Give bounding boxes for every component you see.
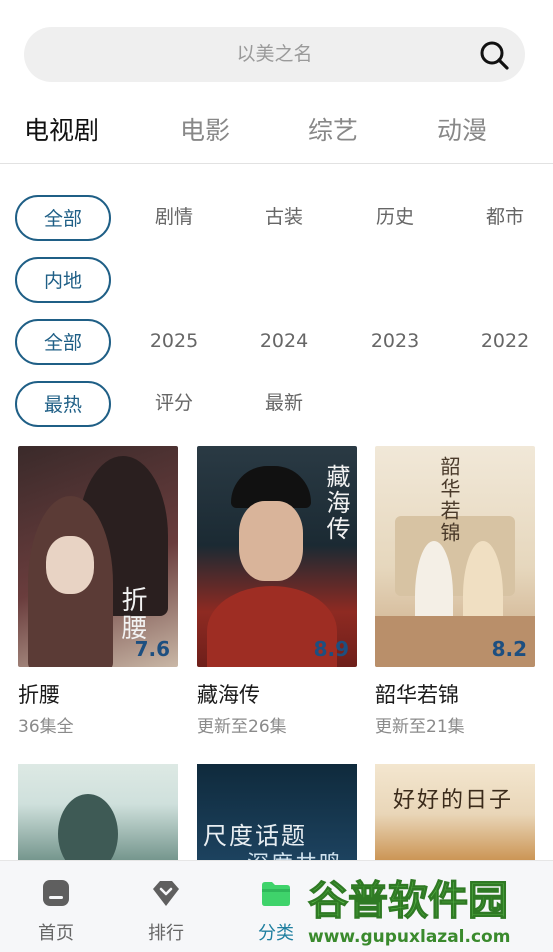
poster-title-art: 折腰 <box>117 586 147 642</box>
poster-image: 藏海传 8.9 <box>197 446 357 667</box>
filter-region-mainland[interactable]: 内地 <box>15 257 111 303</box>
filter-genre-costume[interactable]: 古装 <box>236 195 332 241</box>
nav-ranking[interactable]: 排行 <box>126 861 206 952</box>
episode-status: 36集全 <box>18 717 74 737</box>
rating-score: 8.9 <box>313 637 349 661</box>
category-tabs: 电视剧 电影 综艺 动漫 <box>0 108 553 160</box>
filter-year-2022[interactable]: 2022 <box>457 319 553 365</box>
rating-score: 7.6 <box>134 637 170 661</box>
episode-status: 更新至26集 <box>197 717 287 737</box>
filter-genre-all[interactable]: 全部 <box>15 195 111 241</box>
poster-title-art: 好好的日子 <box>393 788 514 813</box>
nav-ranking-label: 排行 <box>148 923 184 944</box>
rating-score: 8.2 <box>491 637 527 661</box>
tab-variety[interactable]: 综艺 <box>308 108 358 154</box>
nav-home-label: 首页 <box>38 923 74 944</box>
filter-genre-urban[interactable]: 都市 <box>457 195 553 241</box>
media-card-poster[interactable]: 尺度话题 深度共鸣 <box>197 764 357 864</box>
year-filter-row: 全部 2025 2024 2023 2022 <box>0 319 553 365</box>
home-icon <box>43 880 69 906</box>
tab-anime[interactable]: 动漫 <box>437 108 487 154</box>
search-placeholder: 以美之名 <box>236 43 313 65</box>
filter-year-all[interactable]: 全部 <box>15 319 111 365</box>
svg-text:www.gupuxlazal.com: www.gupuxlazal.com <box>308 927 510 947</box>
ranking-icon <box>153 881 179 906</box>
poster-title-art: 藏海传 <box>322 464 350 542</box>
search-icon[interactable] <box>478 39 510 71</box>
filter-year-2024[interactable]: 2024 <box>236 319 332 365</box>
sort-rating[interactable]: 评分 <box>126 381 222 427</box>
filter-genre-drama[interactable]: 剧情 <box>126 195 222 241</box>
svg-text:谷普软件园: 谷普软件园 <box>308 878 508 924</box>
card-title: 藏海传 <box>197 683 260 707</box>
filter-year-2025[interactable]: 2025 <box>126 319 222 365</box>
sort-latest[interactable]: 最新 <box>236 381 332 427</box>
filter-year-2023[interactable]: 2023 <box>347 319 443 365</box>
watermark-graphic: 谷普软件园 www.gupuxlazal.com <box>300 862 553 952</box>
tab-movies[interactable]: 电影 <box>180 108 230 154</box>
filter-genre-history[interactable]: 历史 <box>347 195 443 241</box>
media-card[interactable]: 藏海传 8.9 藏海传 更新至26集 <box>197 446 357 739</box>
tab-tv-series[interactable]: 电视剧 <box>24 108 99 154</box>
category-folder-icon <box>262 882 290 906</box>
media-card[interactable]: 韶华若锦 8.2 韶华若锦 更新至21集 <box>375 446 535 739</box>
poster-title-art: 韶华若锦 <box>437 456 461 544</box>
poster-image: 折腰 7.6 <box>18 446 178 667</box>
tabs-divider <box>0 163 553 164</box>
site-watermark-logo: 谷普软件园 www.gupuxlazal.com <box>300 862 553 952</box>
genre-filter-row: 全部 剧情 古装 历史 都市 <box>0 195 553 241</box>
episode-status: 更新至21集 <box>375 717 465 737</box>
media-card-poster[interactable]: 好好的日子 <box>375 764 535 864</box>
media-card-poster[interactable] <box>18 764 178 864</box>
sort-filter-row: 最热 评分 最新 <box>0 381 553 427</box>
region-filter-row: 内地 <box>0 257 553 303</box>
sort-hottest[interactable]: 最热 <box>15 381 111 427</box>
nav-home[interactable]: 首页 <box>16 861 96 952</box>
search-bar[interactable]: 以美之名 <box>24 27 525 82</box>
poster-image: 韶华若锦 8.2 <box>375 446 535 667</box>
media-card[interactable]: 折腰 7.6 折腰 36集全 <box>18 446 178 739</box>
card-title: 韶华若锦 <box>375 683 459 707</box>
card-title: 折腰 <box>18 683 60 707</box>
